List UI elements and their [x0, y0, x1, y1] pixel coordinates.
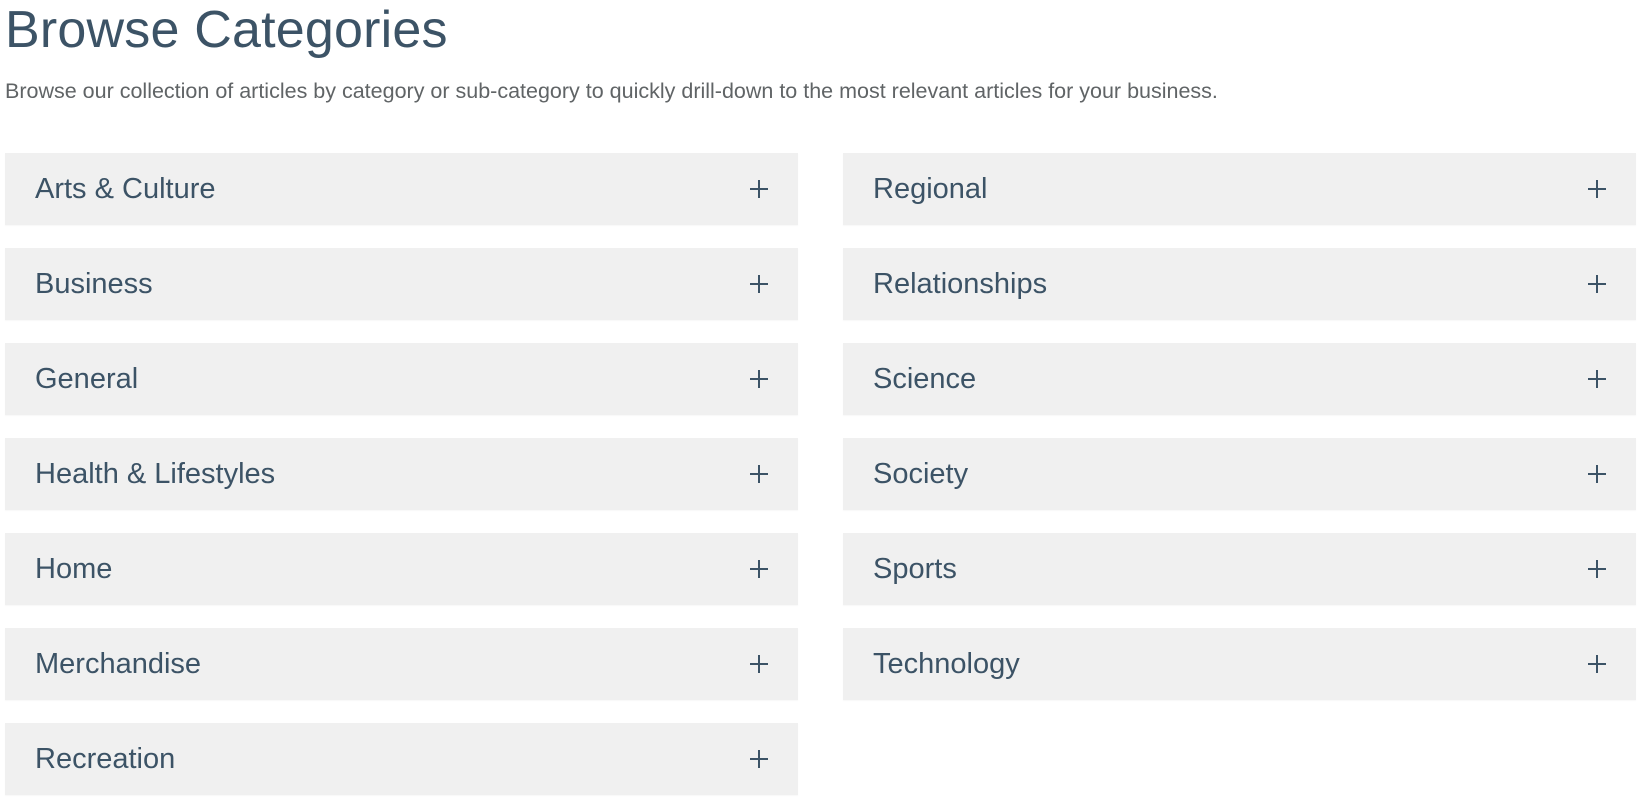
category-sports[interactable]: Sports [843, 533, 1636, 605]
category-label: General [35, 362, 139, 395]
plus-icon[interactable] [750, 465, 768, 483]
category-regional[interactable]: Regional [843, 153, 1636, 225]
category-general[interactable]: General [5, 343, 798, 415]
page-subtitle: Browse our collection of articles by cat… [5, 79, 1218, 103]
category-label: Science [873, 362, 977, 395]
category-recreation[interactable]: Recreation [5, 723, 798, 795]
category-merchandise[interactable]: Merchandise [5, 628, 798, 700]
category-grid: Arts & Culture Business General Health &… [5, 153, 1636, 795]
category-society[interactable]: Society [843, 438, 1636, 510]
category-label: Health & Lifestyles [35, 457, 276, 490]
plus-icon[interactable] [1588, 180, 1606, 198]
category-label: Relationships [873, 267, 1048, 300]
category-label: Society [873, 457, 969, 490]
plus-icon[interactable] [750, 370, 768, 388]
category-relationships[interactable]: Relationships [843, 248, 1636, 320]
plus-icon[interactable] [1588, 560, 1606, 578]
category-technology[interactable]: Technology [843, 628, 1636, 700]
category-label: Sports [873, 552, 957, 585]
category-label: Recreation [35, 742, 176, 775]
category-label: Merchandise [35, 647, 202, 680]
category-label: Regional [873, 172, 988, 205]
category-label: Business [35, 267, 153, 300]
plus-icon[interactable] [1588, 370, 1606, 388]
category-label: Arts & Culture [35, 172, 216, 205]
plus-icon[interactable] [750, 560, 768, 578]
plus-icon[interactable] [1588, 465, 1606, 483]
plus-icon[interactable] [750, 750, 768, 768]
category-home[interactable]: Home [5, 533, 798, 605]
plus-icon[interactable] [1588, 275, 1606, 293]
category-health-lifestyles[interactable]: Health & Lifestyles [5, 438, 798, 510]
category-science[interactable]: Science [843, 343, 1636, 415]
category-label: Home [35, 552, 113, 585]
category-business[interactable]: Business [5, 248, 798, 320]
plus-icon[interactable] [750, 180, 768, 198]
page-title: Browse Categories [5, 1, 448, 59]
plus-icon[interactable] [1588, 655, 1606, 673]
plus-icon[interactable] [750, 655, 768, 673]
category-arts-culture[interactable]: Arts & Culture [5, 153, 798, 225]
plus-icon[interactable] [750, 275, 768, 293]
category-label: Technology [873, 647, 1020, 680]
